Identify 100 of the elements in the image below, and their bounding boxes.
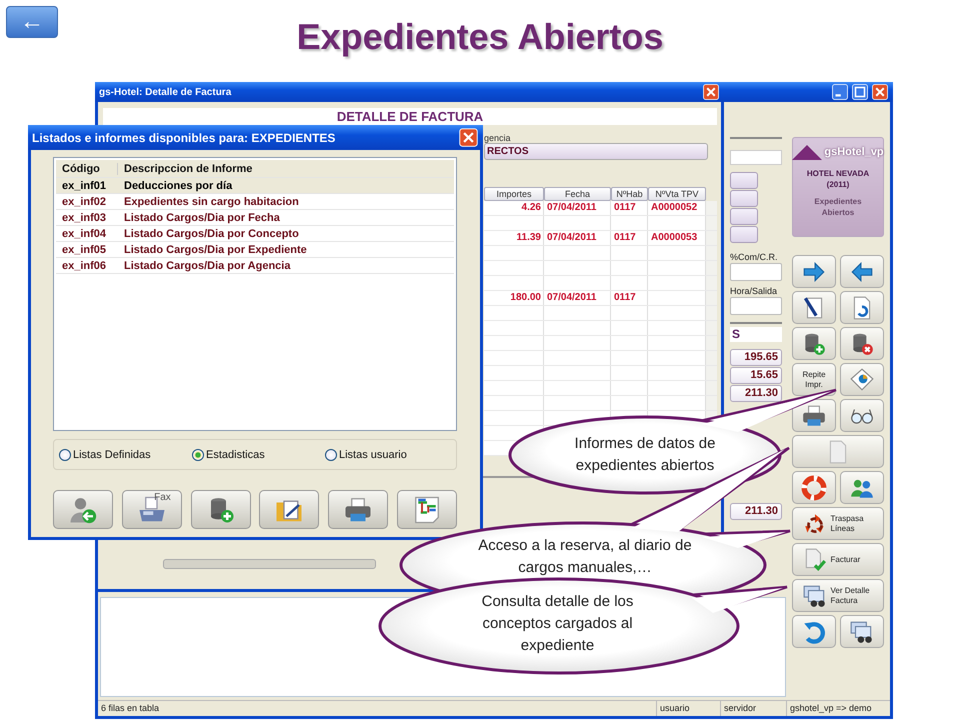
table-cell-text: 180.00 [509, 291, 542, 305]
list-row[interactable]: ex_inf02 Expedientes sin cargo habitacion [56, 194, 454, 210]
column-header[interactable]: Descripccion de Informe [118, 162, 454, 174]
toolbar-button[interactable] [328, 490, 388, 529]
radio-label[interactable]: Estadisticas [206, 448, 265, 460]
close-icon [702, 83, 720, 101]
tool-button[interactable]: Traspasa Líneas [792, 507, 884, 540]
column-header[interactable]: NºVta TPV [648, 187, 706, 201]
input-field[interactable] [730, 208, 758, 225]
radio-button[interactable] [325, 448, 337, 460]
tool-button[interactable]: Ver Detalle Factura [792, 579, 884, 612]
minimize-button[interactable] [831, 83, 849, 101]
list-row[interactable]: ex_inf03 Listado Cargos/Dia por Fecha [56, 210, 454, 226]
maximize-button[interactable] [851, 83, 869, 101]
tool-button[interactable] [840, 399, 884, 432]
table-cell-text: 07/04/2011 [546, 231, 598, 245]
table-cell-text: Deducciones por día [123, 180, 234, 192]
toolbar-button[interactable]: Fax [122, 490, 182, 529]
input-field[interactable] [730, 150, 782, 165]
minimize-icon [831, 83, 849, 101]
status-text: usuario [656, 701, 720, 716]
brand-name: gsHotel_vp [824, 146, 884, 158]
hotel-name: HOTEL NEVADA (2011) [806, 168, 870, 190]
close-icon [458, 127, 479, 148]
slide-title: Expedientes Abiertos [296, 16, 664, 58]
table-cell-text: 07/04/2011 [546, 291, 598, 305]
maximize-icon [851, 83, 869, 101]
tool-button[interactable] [840, 327, 884, 360]
section-heading: DETALLE DE FACTURA [103, 108, 717, 125]
list-row[interactable]: ex_inf04 Listado Cargos/Dia por Concepto [56, 226, 454, 242]
table-cell-text: ex_inf02 [61, 196, 108, 208]
table-cell-text: 4.26 [520, 201, 542, 215]
radio-label[interactable]: Listas Definidas [73, 448, 151, 460]
tool-button[interactable] [792, 399, 836, 432]
input-field[interactable] [730, 172, 758, 189]
table-cell-text: Listado Cargos/Dia por Agencia [123, 260, 292, 272]
callout-text: Acceso a la reserva, al diario de cargos manuales,… [477, 536, 693, 578]
button-label: Facturar [830, 554, 862, 564]
button-label: Ver Detalle Factura [830, 586, 871, 606]
toolbar-button[interactable] [53, 490, 113, 529]
tool-button[interactable]: Facturar [792, 543, 884, 576]
table-cell-text: Listado Cargos/Dia por Expediente [123, 244, 308, 256]
table-cell-text: 07/04/2011 [546, 201, 598, 215]
table-cell-text: 0117 [613, 291, 637, 305]
toolbar-button[interactable] [259, 490, 320, 529]
table-cell-text: ex_inf03 [61, 212, 108, 224]
table-cell-text: ex_inf04 [61, 228, 108, 240]
table-cell-text: A0000053 [650, 231, 698, 245]
table-cell-text: Expedientes sin cargo habitacion [123, 196, 300, 208]
input-field[interactable] [730, 297, 782, 315]
status-text: servidor [720, 701, 786, 716]
table-cell-text: 0117 [613, 231, 637, 245]
column-header[interactable]: Código [56, 162, 118, 174]
tool-button[interactable]: Repite Impr. [792, 363, 836, 396]
tool-button[interactable] [792, 255, 836, 288]
total-value: 211.30 [730, 385, 782, 402]
close-icon [871, 83, 889, 101]
table-cell-text: Listado Cargos/Dia por Fecha [123, 212, 281, 224]
field-label: gencia [484, 133, 512, 143]
close-button[interactable] [458, 127, 479, 148]
list-row[interactable]: ex_inf05 Listado Cargos/Dia por Expediente [56, 242, 454, 258]
status-text: 6 filas en tabla [100, 702, 160, 715]
button-label: Fax [154, 492, 171, 503]
dialog-title: Listados e informes disponibles para: EXPEDIENTES [32, 130, 336, 144]
callout-text: Informes de datos de expedientes abiertos [574, 434, 716, 476]
column-header[interactable]: NºHab [611, 187, 648, 201]
close-button[interactable] [702, 83, 720, 101]
table-cell-text: ex_inf05 [61, 244, 108, 256]
toolbar-button[interactable] [396, 490, 457, 529]
status-text: gshotel_vp => demo [786, 701, 890, 716]
total-value: 211.30 [730, 503, 782, 520]
radio-label[interactable]: Listas usuario [339, 448, 407, 460]
input-field[interactable] [730, 190, 758, 207]
list-row[interactable]: ex_inf06 Listado Cargos/Dia por Agencia [56, 258, 454, 274]
input-field[interactable] [730, 263, 782, 281]
toolbar-button[interactable] [190, 490, 251, 529]
tool-button[interactable] [840, 615, 884, 648]
table-cell-text: 0117 [613, 201, 637, 215]
close-button[interactable] [871, 83, 889, 101]
logo-triangle-icon [792, 144, 822, 160]
table-cell-text: 11.39 [516, 231, 542, 245]
tool-button[interactable] [840, 255, 884, 288]
lifebuoy-icon [801, 474, 827, 500]
table-cell-text: Listado Cargos/Dia por Concepto [123, 228, 300, 240]
radio-button[interactable] [192, 448, 204, 460]
table-cell-text: A0000052 [650, 201, 698, 215]
tool-button[interactable] [792, 291, 836, 324]
tool-button[interactable] [792, 327, 836, 360]
list-row[interactable]: ex_inf01 Deducciones por día [56, 178, 454, 194]
radio-button[interactable] [59, 448, 71, 460]
table-cell-text: ex_inf01 [61, 180, 108, 192]
printer-icon [801, 402, 827, 428]
input-field[interactable] [730, 226, 758, 243]
column-header[interactable]: Fecha [544, 187, 611, 201]
column-header[interactable]: Importes [484, 187, 544, 201]
agency-field[interactable]: RECTOS [484, 143, 708, 160]
tool-button[interactable] [840, 291, 884, 324]
report-chart-icon [849, 366, 875, 392]
totals-heading: S [730, 327, 782, 342]
total-value: 195.65 [730, 349, 782, 366]
